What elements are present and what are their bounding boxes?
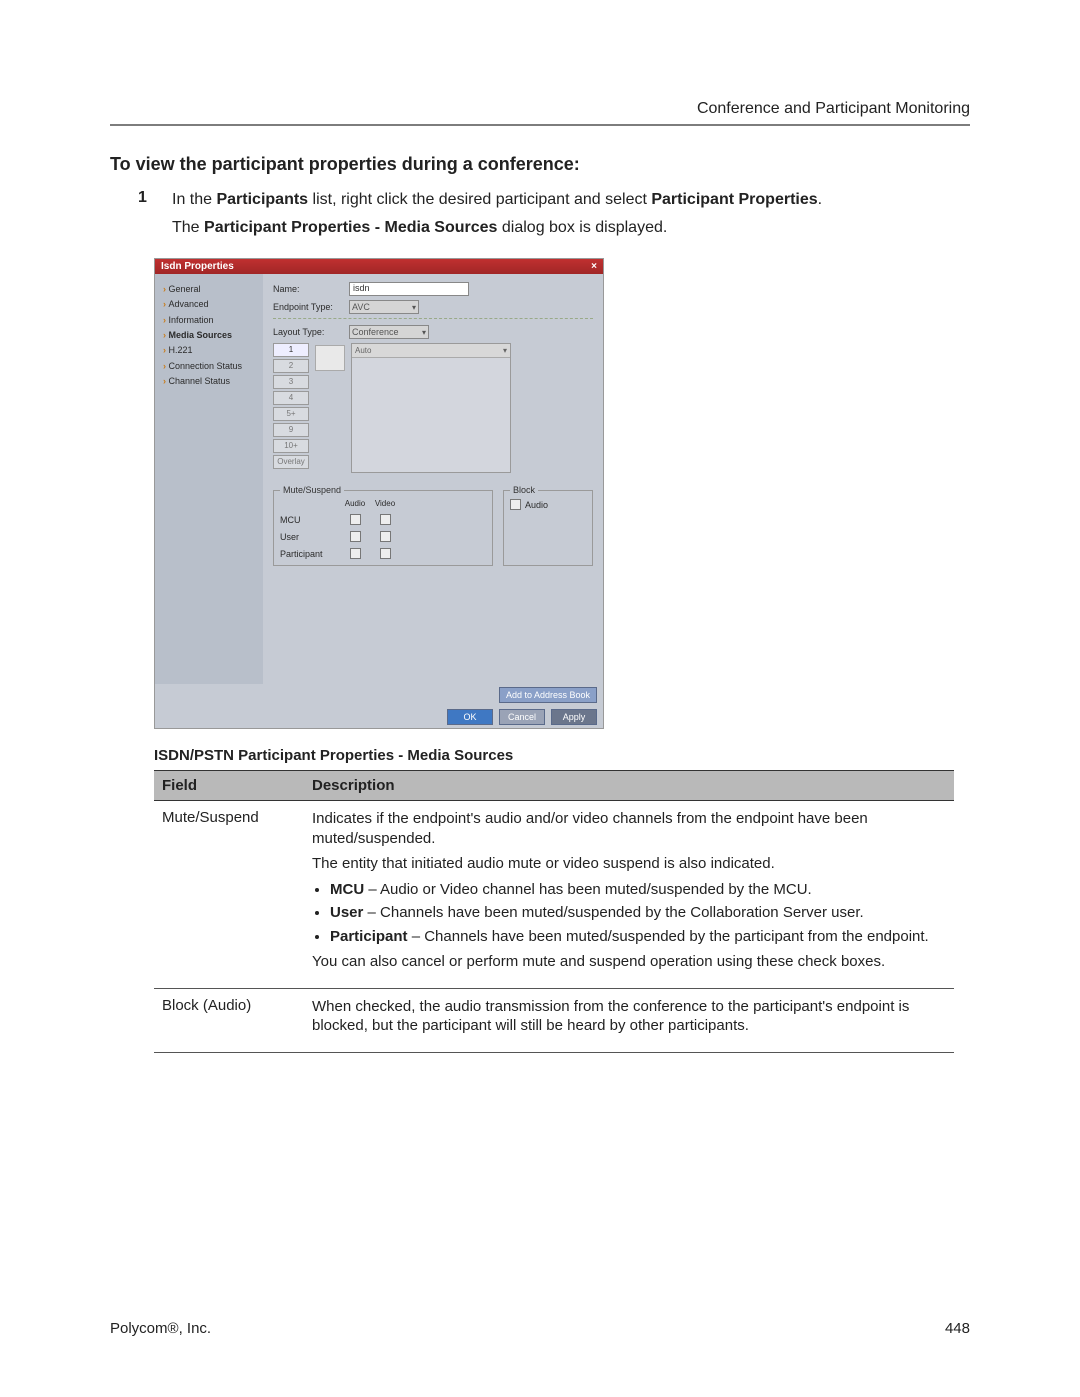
step1-bold-participants: Participants bbox=[216, 191, 308, 208]
properties-table: Field Description Mute/Suspend Indicates… bbox=[154, 770, 954, 1053]
endpoint-type-select[interactable]: AVC bbox=[349, 300, 419, 314]
slot-buttons: 1 2 3 4 5+ 9 10+ Overlay bbox=[273, 343, 309, 473]
slot-button[interactable]: 3 bbox=[273, 375, 309, 389]
slot-button[interactable]: Overlay bbox=[273, 455, 309, 469]
endpoint-type-value: AVC bbox=[352, 302, 370, 312]
dialog-nav-item[interactable]: H.221 bbox=[163, 343, 259, 358]
step2-bold: Participant Properties - Media Sources bbox=[204, 219, 497, 236]
dialog-nav-item[interactable]: General bbox=[163, 282, 259, 297]
block-audio-label: Audio bbox=[525, 500, 548, 510]
dialog-footer: Add to Address Book OK Cancel Apply bbox=[155, 684, 603, 728]
page-heading: To view the participant properties durin… bbox=[110, 154, 970, 175]
desc-bold: Participant bbox=[330, 928, 408, 945]
mute-suspend-legend: Mute/Suspend bbox=[280, 485, 344, 495]
ok-button[interactable]: OK bbox=[447, 709, 493, 725]
slot-button[interactable]: 9 bbox=[273, 423, 309, 437]
ms-audio-checkbox[interactable] bbox=[350, 548, 361, 559]
cell-description: When checked, the audio transmission fro… bbox=[304, 988, 954, 1052]
step2-text-a: The bbox=[172, 219, 204, 236]
layout-source-select[interactable]: Auto bbox=[352, 344, 510, 358]
ms-row-label: User bbox=[280, 532, 340, 542]
th-field: Field bbox=[154, 771, 304, 801]
header-section: Conference and Participant Monitoring bbox=[110, 100, 970, 118]
th-description: Description bbox=[304, 771, 954, 801]
step1-text-a: In the bbox=[172, 191, 216, 208]
desc-bold: User bbox=[330, 904, 363, 921]
layout-source-value: Auto bbox=[355, 346, 371, 355]
layout-type-label: Layout Type: bbox=[273, 327, 343, 337]
ms-row-label: MCU bbox=[280, 515, 340, 525]
table-row: Block (Audio) When checked, the audio tr… bbox=[154, 988, 954, 1052]
desc-bold: MCU bbox=[330, 881, 364, 898]
endpoint-type-label: Endpoint Type: bbox=[273, 302, 343, 312]
ms-video-checkbox[interactable] bbox=[380, 514, 391, 525]
dialog-nav-item[interactable]: Information bbox=[163, 313, 259, 328]
block-legend: Block bbox=[510, 485, 538, 495]
desc-p: When checked, the audio transmission fro… bbox=[312, 997, 946, 1036]
ms-audio-checkbox[interactable] bbox=[350, 514, 361, 525]
ms-video-header: Video bbox=[370, 499, 400, 508]
desc-p: The entity that initiated audio mute or … bbox=[312, 854, 946, 874]
step-number: 1 bbox=[138, 189, 152, 244]
cell-field: Mute/Suspend bbox=[154, 801, 304, 989]
dialog-nav-item[interactable]: Media Sources bbox=[163, 328, 259, 343]
ms-video-checkbox[interactable] bbox=[380, 548, 391, 559]
add-to-address-book-button[interactable]: Add to Address Book bbox=[499, 687, 597, 703]
dialog-title: Isdn Properties bbox=[161, 261, 234, 272]
step2-text-c: dialog box is displayed. bbox=[497, 219, 667, 236]
step-body: In the Participants list, right click th… bbox=[172, 189, 822, 244]
desc-p: You can also cancel or perform mute and … bbox=[312, 952, 946, 972]
slot-button[interactable]: 5+ bbox=[273, 407, 309, 421]
layout-type-value: Conference bbox=[352, 327, 399, 337]
step1-text-e: . bbox=[818, 191, 822, 208]
dialog-nav-item[interactable]: Connection Status bbox=[163, 359, 259, 374]
layout-preview: Auto bbox=[351, 343, 511, 473]
mute-suspend-group: Mute/Suspend AudioVideo MCU User Participan… bbox=[273, 485, 493, 566]
ms-audio-header: Audio bbox=[340, 499, 370, 508]
footer-company: Polycom®, Inc. bbox=[110, 1320, 211, 1337]
step1-bold-pp: Participant Properties bbox=[651, 191, 817, 208]
desc-text: – Channels have been muted/suspended by … bbox=[408, 928, 929, 945]
dialog-nav-item[interactable]: Advanced bbox=[163, 297, 259, 312]
ms-video-checkbox[interactable] bbox=[380, 531, 391, 542]
block-group: Block Audio bbox=[503, 485, 593, 566]
step1-text-c: list, right click the desired participan… bbox=[308, 191, 651, 208]
footer-page: 448 bbox=[945, 1320, 970, 1337]
slot-button[interactable]: 4 bbox=[273, 391, 309, 405]
dialog-nav-item[interactable]: Channel Status bbox=[163, 374, 259, 389]
slot-button[interactable]: 1 bbox=[273, 343, 309, 357]
apply-button[interactable]: Apply bbox=[551, 709, 597, 725]
layout-thumbnail[interactable] bbox=[315, 345, 345, 371]
slot-button[interactable]: 2 bbox=[273, 359, 309, 373]
desc-text: – Channels have been muted/suspended by … bbox=[363, 904, 863, 921]
name-input[interactable]: isdn bbox=[349, 282, 469, 296]
layout-type-select[interactable]: Conference bbox=[349, 325, 429, 339]
dialog-main: Name: isdn Endpoint Type: AVC Layout Typ… bbox=[263, 274, 603, 684]
desc-p: Indicates if the endpoint's audio and/or… bbox=[312, 809, 946, 848]
desc-text: – Audio or Video channel has been muted/… bbox=[364, 881, 812, 898]
dialog-nav: GeneralAdvancedInformationMedia SourcesH… bbox=[155, 274, 263, 684]
ms-audio-checkbox[interactable] bbox=[350, 531, 361, 542]
cancel-button[interactable]: Cancel bbox=[499, 709, 545, 725]
cell-description: Indicates if the endpoint's audio and/or… bbox=[304, 801, 954, 989]
block-audio-checkbox[interactable] bbox=[510, 499, 521, 510]
dialog-close-icon[interactable]: × bbox=[591, 261, 597, 272]
table-caption: ISDN/PSTN Participant Properties - Media… bbox=[154, 747, 970, 764]
ms-row-label: Participant bbox=[280, 549, 340, 559]
slot-button[interactable]: 10+ bbox=[273, 439, 309, 453]
name-label: Name: bbox=[273, 284, 343, 294]
isdn-properties-dialog: Isdn Properties × GeneralAdvancedInforma… bbox=[154, 258, 604, 729]
table-row: Mute/Suspend Indicates if the endpoint's… bbox=[154, 801, 954, 989]
header-rule bbox=[110, 124, 970, 126]
cell-field: Block (Audio) bbox=[154, 988, 304, 1052]
